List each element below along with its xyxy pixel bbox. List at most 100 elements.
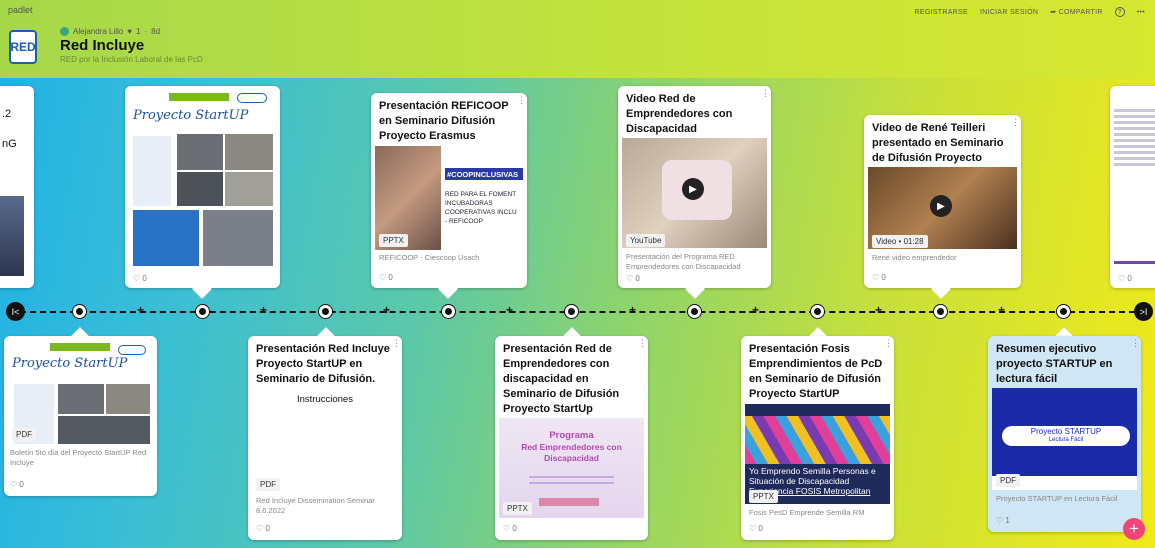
like-value: 0: [758, 524, 763, 533]
partial-text: .2: [2, 108, 12, 120]
post-card[interactable]: ⋮ Video de René Teilleri presentado en S…: [864, 115, 1021, 288]
post-card[interactable]: ⋮ Proyecto StartUP ♡ 0: [125, 86, 280, 288]
register-link[interactable]: REGISTRARSE: [915, 9, 968, 16]
post-body: Instrucciones: [297, 394, 353, 405]
post-caption: Presentación del Programa RED Emprendedo…: [626, 252, 741, 270]
video-thumbnail: ▶ Video • 01:28: [868, 167, 1017, 249]
post-card[interactable]: .2 nG: [0, 86, 34, 288]
post-card[interactable]: ⋮ Presentación Fosis Emprendimientos de …: [741, 336, 894, 540]
post-menu-icon[interactable]: ⋮: [884, 339, 893, 348]
thumb-line: Yo Emprendo Semilla Personas e: [749, 466, 876, 476]
post-card[interactable]: ⋮ Video Red de Emprendedores con Discapa…: [618, 86, 771, 288]
timeline-next-button[interactable]: >I: [1134, 302, 1153, 321]
thumb-line: RED PARA EL FOMENT: [445, 191, 517, 198]
timeline-prev-button[interactable]: I<: [6, 302, 25, 321]
like-count[interactable]: ♡ 0: [503, 524, 517, 533]
post-card[interactable]: ⋮ Presentación Red de Emprendedores con …: [495, 336, 648, 540]
timeline-node[interactable]: [934, 305, 947, 318]
share-icon: ➦: [1050, 9, 1059, 16]
like-count[interactable]: ♡ 0: [1118, 274, 1132, 283]
like-count[interactable]: ♡ 0: [10, 480, 24, 489]
post-caption: REFICOOP - Ciescoop Usach: [379, 253, 480, 262]
like-count[interactable]: ♡ 0: [749, 524, 763, 533]
post-menu-icon[interactable]: ⋮: [517, 96, 526, 105]
add-post-plus[interactable]: +: [875, 303, 882, 317]
timeline-node[interactable]: [565, 305, 578, 318]
newsletter-heading: Proyecto StartUP: [12, 356, 128, 371]
post-title: Video Red de Emprendedores con Discapaci…: [626, 93, 733, 135]
board-logo: RED: [9, 30, 37, 64]
post-card[interactable]: ♡ 0: [1110, 86, 1155, 288]
help-icon[interactable]: ?: [1114, 7, 1125, 17]
add-post-button[interactable]: +: [1123, 518, 1145, 540]
login-link[interactable]: INICIAR SESIÓN: [980, 9, 1038, 16]
thumb-text: Proyecto STARTUP Lectura Fácil: [1002, 426, 1130, 446]
file-type-badge: PDF: [256, 478, 280, 491]
timeline-node[interactable]: [319, 305, 332, 318]
post-title: Resumen ejecutivo proyecto STARTUP en le…: [996, 343, 1113, 385]
heart-icon: ♥: [127, 27, 133, 36]
thumb-line: Situación de Discapacidad: [749, 476, 850, 486]
document-thumbnail: Proyecto STARTUP Lectura Fácil PDF: [992, 388, 1137, 490]
add-post-plus[interactable]: +: [506, 303, 513, 317]
like-value: 0: [512, 524, 517, 533]
thumb-heading: Programa: [549, 430, 594, 441]
add-post-plus[interactable]: +: [260, 303, 267, 317]
timeline-node[interactable]: [196, 305, 209, 318]
like-count[interactable]: ♡ 0: [872, 273, 886, 282]
like-value: 0: [388, 273, 393, 282]
thumb-text: RED PARA EL FOMENT INCUBADORAS COOPERATI…: [445, 190, 517, 226]
timeline-node[interactable]: [1057, 305, 1070, 318]
add-post-plus[interactable]: +: [137, 303, 144, 317]
newsletter-heading: Proyecto StartUP: [133, 108, 249, 123]
post-card[interactable]: ⋮ Presentación Red Incluye Proyecto Star…: [248, 336, 402, 540]
timeline-node[interactable]: [688, 305, 701, 318]
thumb-line: Proyecto STARTUP: [1030, 427, 1102, 436]
timeline-node[interactable]: [442, 305, 455, 318]
timeline-node[interactable]: [811, 305, 824, 318]
board-meta: Alejandra Lillo ♥ 1 · 8d: [60, 27, 160, 36]
post-menu-icon[interactable]: ⋮: [1011, 118, 1020, 127]
file-type-badge: PPTX: [379, 234, 408, 247]
play-icon[interactable]: ▶: [930, 195, 952, 217]
post-menu-icon[interactable]: ⋮: [761, 89, 770, 98]
like-value: 0: [635, 274, 640, 283]
post-menu-icon[interactable]: ⋮: [1131, 339, 1140, 348]
post-caption: Proyecto STARTUP en Lectura Fácil: [996, 494, 1118, 503]
post-title: Presentación Red Incluye Proyecto StartU…: [256, 343, 390, 385]
post-title: Presentación REFICOOP en Seminario Difus…: [379, 100, 509, 142]
post-card[interactable]: ⋮ Presentación REFICOOP en Seminario Dif…: [371, 93, 527, 288]
like-value: 0: [881, 273, 886, 282]
like-value: 0: [142, 274, 147, 283]
file-type-badge: PPTX: [503, 502, 532, 515]
add-post-plus[interactable]: +: [998, 303, 1005, 317]
author-name: Alejandra Lillo: [73, 27, 124, 36]
timeline-node[interactable]: [73, 305, 86, 318]
post-card[interactable]: ⋮ Resumen ejecutivo proyecto STARTUP en …: [988, 336, 1141, 532]
padlet-brand[interactable]: padlet: [8, 5, 33, 15]
share-button[interactable]: ➦ COMPARTIR: [1050, 8, 1102, 16]
post-card[interactable]: ⋮ Proyecto StartUP PDF Boletín 5to día d…: [4, 336, 157, 496]
add-post-plus[interactable]: +: [629, 303, 636, 317]
add-post-plus[interactable]: +: [383, 303, 390, 317]
share-label: COMPARTIR: [1058, 9, 1103, 16]
thumb-line: INCUBADORAS: [445, 200, 493, 207]
thumb-line: Lectura Fácil: [1048, 437, 1084, 443]
top-actions: REGISTRARSE INICIAR SESIÓN ➦ COMPARTIR ?…: [915, 7, 1146, 17]
more-icon[interactable]: •••: [1137, 9, 1145, 16]
play-icon[interactable]: ▶: [682, 178, 704, 200]
video-thumbnail: ▶ YouTube: [622, 138, 767, 248]
post-menu-icon[interactable]: ⋮: [638, 339, 647, 348]
add-post-plus[interactable]: +: [752, 303, 759, 317]
post-title: Presentación Red de Emprendedores con di…: [503, 343, 620, 415]
like-count[interactable]: ♡ 0: [379, 273, 393, 282]
newsletter-thumbnail: Proyecto StartUP PDF: [8, 340, 153, 444]
like-count[interactable]: ♡ 0: [256, 524, 270, 533]
presentation-thumbnail: #COOPINCLUSIVAS RED PARA EL FOMENT INCUB…: [375, 146, 523, 250]
post-menu-icon[interactable]: ⋮: [392, 339, 401, 348]
like-count[interactable]: ♡ 1: [996, 516, 1010, 525]
thumb-line: - REFICOOP: [445, 218, 483, 225]
like-count[interactable]: ♡ 0: [133, 274, 147, 283]
board-subtitle: RED por la Inclusión Laboral de las PcD: [60, 55, 203, 64]
like-count[interactable]: ♡ 0: [626, 274, 640, 283]
